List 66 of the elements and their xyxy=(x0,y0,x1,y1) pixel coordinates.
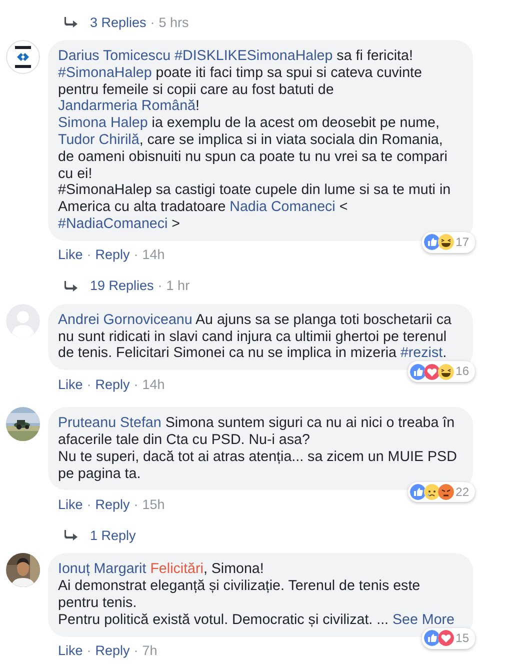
comment-time: 7h xyxy=(142,643,158,658)
hashtag-link[interactable]: #rezist xyxy=(400,345,443,362)
reaction-count: 17 xyxy=(456,234,469,251)
comment-time: 15h xyxy=(142,496,165,512)
separator-dot: · xyxy=(86,376,92,392)
author-name[interactable]: Ionuț Margarit xyxy=(58,561,146,578)
author-name[interactable]: Andrei Gornoviceanu xyxy=(58,312,192,328)
hashtag-link[interactable]: #SimonaHalep xyxy=(58,64,152,81)
comment-text: #SimonaHalep poate iti faci timp sa spui si cateva cuvinte pentru femeile si copii care au fost batuti de Jandarmeria Română! xyxy=(58,64,423,116)
love-reaction-icon xyxy=(424,364,440,380)
reply-link[interactable]: Reply xyxy=(95,496,130,512)
haha-reaction-icon xyxy=(438,234,454,250)
like-reaction-icon xyxy=(424,234,440,250)
comment-text: Nu te superi, dacă tot ai atras atenția... sa zicem un MUIE PSD pe pagina ta. xyxy=(58,448,458,482)
separator-dot: · xyxy=(158,278,162,294)
reply-link[interactable]: Reply xyxy=(95,376,130,392)
mention-link[interactable]: Tudor Chirilă xyxy=(58,132,140,148)
like-link[interactable]: Like xyxy=(58,376,83,392)
comment-text: Andrei Gornoviceanu Au ajuns sa se planga toti boschetarii ca nu sunt ridicati in slavi cand injura ca ultimii ghertoi pe terenul de tenis. Felicitari Simonei ca nu se implica in mizeria #rezist. xyxy=(58,312,452,362)
comment-text: Darius Tomicescu #DISKLIKESimonaHalep sa fi fericita! xyxy=(58,48,414,65)
comment-text: Pentru politică există votul. Democratic și civilizat. ... See More xyxy=(58,612,456,629)
mention-link[interactable]: Nadia Comaneci xyxy=(230,199,336,216)
reaction-count: 22 xyxy=(456,484,469,500)
separator-dot: · xyxy=(86,496,92,512)
separator-dot: · xyxy=(134,247,138,262)
like-reaction-icon xyxy=(410,484,426,500)
author-name[interactable]: Pruteanu Stefan xyxy=(58,415,162,432)
see-more-link[interactable]: See More xyxy=(392,612,454,628)
reaction-count: 16 xyxy=(456,363,469,380)
highlighted-link[interactable]: Felicitări xyxy=(150,561,204,578)
avatar-logo-icon xyxy=(6,40,40,74)
reply-time: 5 hrs xyxy=(158,14,189,30)
author-name[interactable]: Darius Tomicescu xyxy=(58,48,171,64)
like-link[interactable]: Like xyxy=(58,496,83,512)
comment-time: 14h xyxy=(142,376,165,392)
comment-text: Simona Halep ia exemplu de la acest om deosebit pe nume, Tudor Chirilă, care se implica si in viata sociala din Romania, de oameni obisnuiti nu spun ca poate tu nu vrei sa te compari cu ei! xyxy=(58,115,448,182)
separator-dot: · xyxy=(134,376,138,392)
sad-reaction-icon xyxy=(424,484,440,500)
reaction-count: 15 xyxy=(456,630,469,647)
comment-text: Ionuț Margarit Felicitări, Simona! xyxy=(58,561,265,578)
separator-dot: · xyxy=(150,14,155,30)
reply-link[interactable]: Reply xyxy=(95,643,130,658)
comment-text: Pruteanu Stefan Simona suntem siguri ca nu ai nici o treaba în afacerile tale din Cta cu PSD. Nu-i asa? xyxy=(58,415,456,449)
reply-time: 1 hr xyxy=(166,278,190,294)
comment-time: 14h xyxy=(142,247,165,262)
like-link[interactable]: Like xyxy=(58,247,83,262)
replies-link[interactable]: 19 Replies xyxy=(90,278,154,294)
mention-link[interactable]: Jandarmeria Română xyxy=(58,98,196,114)
reply-link[interactable]: Reply xyxy=(95,247,130,262)
angry-reaction-icon xyxy=(438,484,454,500)
separator-dot: · xyxy=(134,496,138,512)
replies-link[interactable]: 1 Reply xyxy=(90,528,136,543)
separator-dot: · xyxy=(86,247,92,262)
replies-link[interactable]: 3 Replies xyxy=(90,14,146,30)
comment-text: #SimonaHalep sa castigi toate cupele din lume si sa te muti in America cu alta tradatoare Nadia Comaneci < #NadiaComaneci > xyxy=(58,182,452,233)
hashtag-link[interactable]: #NadiaComaneci xyxy=(58,216,168,232)
like-link[interactable]: Like xyxy=(58,643,83,658)
separator-dot: · xyxy=(134,643,138,658)
separator-dot: · xyxy=(86,643,92,658)
mention-link[interactable]: Simona Halep xyxy=(58,115,148,132)
reply-arrow-icon xyxy=(64,529,78,542)
love-reaction-icon xyxy=(438,630,454,646)
comment-text: Ai demonstrat eleganță și civilizație. Terenul de tenis este pentru tenis. xyxy=(58,578,422,612)
reply-arrow-icon xyxy=(64,280,78,292)
hashtag-link[interactable]: #DISKLIKESimonaHalep xyxy=(174,48,333,64)
reply-arrow-icon xyxy=(64,16,78,28)
